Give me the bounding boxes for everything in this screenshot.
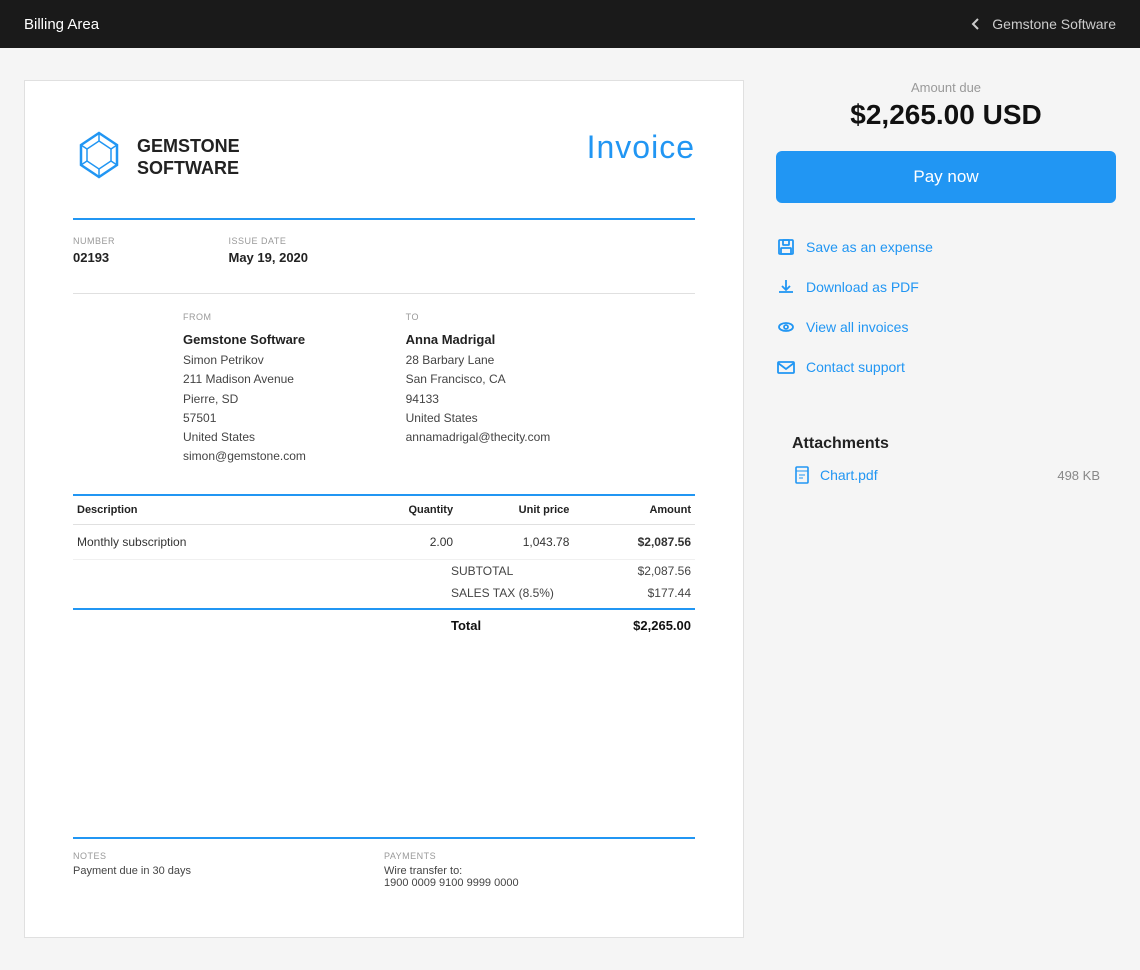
amount-due-value: $2,265.00 USD: [776, 99, 1116, 131]
company-name: Gemstone Software: [992, 16, 1116, 32]
view-invoices-link[interactable]: View all invoices: [776, 307, 1116, 347]
row-description: Monthly subscription: [73, 525, 353, 560]
pay-now-button[interactable]: Pay now: [776, 151, 1116, 203]
from-label: FROM: [183, 310, 406, 324]
row-amount: $2,087.56: [573, 525, 695, 560]
to-zip: 94133: [406, 390, 695, 409]
logo-text: GEMSTONE SOFTWARE: [137, 136, 240, 179]
payments-line1: Wire transfer to:: [384, 865, 695, 877]
topnav-right[interactable]: Gemstone Software: [968, 16, 1116, 32]
action-view-invoices[interactable]: View all invoices: [776, 307, 1116, 347]
download-pdf-label: Download as PDF: [806, 279, 919, 295]
download-icon: [776, 277, 796, 297]
number-label: NUMBER: [73, 236, 229, 246]
topnav: Billing Area Gemstone Software: [0, 0, 1140, 48]
from-address2: Pierre, SD: [183, 390, 406, 409]
invoice-table: Description Quantity Unit price Amount M…: [73, 494, 695, 560]
amount-due-label: Amount due: [776, 80, 1116, 95]
gemstone-logo-icon: [73, 129, 125, 186]
tax-value: $177.44: [611, 586, 691, 600]
payments-line2: 1900 0009 9100 9999 0000: [384, 877, 695, 889]
col-description: Description: [73, 495, 353, 525]
row-quantity: 2.00: [353, 525, 457, 560]
action-contact-support[interactable]: Contact support: [776, 347, 1116, 387]
subtotal-value: $2,087.56: [611, 564, 691, 578]
eye-icon: [776, 317, 796, 337]
save-expense-link[interactable]: Save as an expense: [776, 227, 1116, 267]
tax-row: SALES TAX (8.5%) $177.44: [73, 582, 695, 604]
total-value: $2,265.00: [611, 618, 691, 633]
main-layout: GEMSTONE SOFTWARE Invoice NUMBER 02193 I…: [0, 48, 1140, 970]
subtotal-label: SUBTOTAL: [451, 564, 611, 578]
attachments-title: Attachments: [792, 435, 1100, 453]
total-label: Total: [451, 618, 611, 633]
from-address1: 211 Madison Avenue: [183, 370, 406, 389]
to-name: Anna Madrigal: [406, 330, 695, 351]
attachment-size: 498 KB: [1057, 468, 1100, 483]
save-icon: [776, 237, 796, 257]
footer-payments: PAYMENTS Wire transfer to: 1900 0009 910…: [384, 851, 695, 889]
col-quantity: Quantity: [353, 495, 457, 525]
action-save-expense[interactable]: Save as an expense: [776, 227, 1116, 267]
from-email: simon@gemstone.com: [183, 447, 406, 466]
to-address1: 28 Barbary Lane: [406, 351, 695, 370]
to-address2: San Francisco, CA: [406, 370, 695, 389]
issue-date-label: ISSUE DATE: [229, 236, 385, 246]
pdf-file-icon: [792, 465, 812, 485]
number-date-combined: [73, 310, 183, 466]
payments-label: PAYMENTS: [384, 851, 695, 861]
right-panel: Amount due $2,265.00 USD Pay now Save as…: [744, 80, 1116, 501]
tax-label: SALES TAX (8.5%): [451, 586, 611, 600]
to-country: United States: [406, 409, 695, 428]
notes-label: NOTES: [73, 851, 384, 861]
number-value: 02193: [73, 250, 229, 265]
billing-area-title: Billing Area: [24, 16, 99, 33]
invoice-header: GEMSTONE SOFTWARE Invoice: [73, 129, 695, 186]
invoice-to-header: [540, 236, 696, 265]
footer-notes: NOTES Payment due in 30 days: [73, 851, 384, 889]
from-contact: Simon Petrikov: [183, 351, 406, 370]
invoice-paper: GEMSTONE SOFTWARE Invoice NUMBER 02193 I…: [24, 80, 744, 938]
attachments-box: Attachments Chart.pdf 498 KB: [776, 419, 1116, 501]
attachment-left: Chart.pdf: [792, 465, 878, 485]
row-unit-price: 1,043.78: [457, 525, 573, 560]
invoice-footer: NOTES Payment due in 30 days PAYMENTS Wi…: [73, 837, 695, 889]
download-pdf-link[interactable]: Download as PDF: [776, 267, 1116, 307]
from-name: Gemstone Software: [183, 330, 406, 351]
invoice-title: Invoice: [587, 129, 695, 166]
invoice-meta: NUMBER 02193 ISSUE DATE May 19, 2020: [73, 218, 695, 265]
totals-section: SUBTOTAL $2,087.56 SALES TAX (8.5%) $177…: [73, 560, 695, 637]
attachment-name[interactable]: Chart.pdf: [820, 467, 878, 483]
from-country: United States: [183, 428, 406, 447]
total-row: Total $2,265.00: [73, 608, 695, 637]
contact-support-label: Contact support: [806, 359, 905, 375]
attachment-item: Chart.pdf 498 KB: [792, 465, 1100, 485]
col-amount: Amount: [573, 495, 695, 525]
from-zip: 57501: [183, 409, 406, 428]
issue-date-value: May 19, 2020: [229, 250, 385, 265]
to-col: TO Anna Madrigal 28 Barbary Lane San Fra…: [406, 310, 695, 466]
invoice-number-col: NUMBER 02193: [73, 236, 229, 265]
to-label: TO: [406, 310, 695, 324]
save-expense-label: Save as an expense: [806, 239, 933, 255]
notes-value: Payment due in 30 days: [73, 865, 384, 877]
logo-area: GEMSTONE SOFTWARE: [73, 129, 240, 186]
arrow-left-icon: [968, 16, 984, 32]
from-to-section: FROM Gemstone Software Simon Petrikov 21…: [73, 293, 695, 466]
action-list: Save as an expense Download as PDF: [776, 227, 1116, 387]
action-download-pdf[interactable]: Download as PDF: [776, 267, 1116, 307]
mail-icon: [776, 357, 796, 377]
to-email: annamadrigal@thecity.com: [406, 428, 695, 447]
contact-support-link[interactable]: Contact support: [776, 347, 1116, 387]
subtotal-row: SUBTOTAL $2,087.56: [73, 560, 695, 582]
table-row: Monthly subscription 2.00 1,043.78 $2,08…: [73, 525, 695, 560]
col-unit-price: Unit price: [457, 495, 573, 525]
invoice-date-col: ISSUE DATE May 19, 2020: [229, 236, 385, 265]
view-invoices-label: View all invoices: [806, 319, 908, 335]
from-col: FROM Gemstone Software Simon Petrikov 21…: [183, 310, 406, 466]
invoice-from-header: [384, 236, 540, 265]
